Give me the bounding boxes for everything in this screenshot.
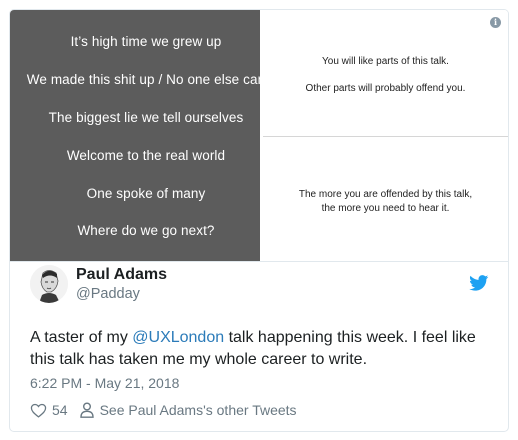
slide-line: Where do we go next? [77, 223, 215, 238]
slide-text: You will like parts of this talk. [322, 56, 449, 67]
author-handle[interactable]: @Padday [76, 286, 140, 302]
like-count[interactable]: 54 [52, 402, 68, 418]
tweet-text: A taster of my @UXLondon talk happening … [30, 327, 480, 371]
slide-text: the more you need to hear it. [321, 203, 450, 214]
avatar[interactable] [30, 265, 68, 303]
light-slide-bottom: The more you are offended by this talk, … [263, 136, 508, 261]
media-divider [10, 261, 508, 262]
slide-line: The biggest lie we tell ourselves [48, 110, 244, 125]
avatar-image [30, 265, 68, 303]
slide-text: Other parts will probably offend you. [305, 83, 466, 94]
slide-line: It’s high time we grew up [70, 34, 222, 49]
twitter-bird-icon[interactable] [469, 275, 489, 291]
slide-line: We made this shit up / No one else can [26, 72, 260, 87]
slide-line: Welcome to the real world [66, 148, 226, 163]
profile-link[interactable]: See Paul Adams's other Tweets [100, 402, 297, 418]
tweet-media[interactable]: It’s high time we grew up We made this s… [10, 10, 508, 261]
heart-icon[interactable] [30, 402, 47, 419]
dark-slide: It’s high time we grew up We made this s… [10, 10, 260, 261]
slide-line: One spoke of many [86, 186, 206, 201]
mention-link[interactable]: @UXLondon [132, 329, 224, 346]
tweet-actions: 54 See Paul Adams's other Tweets [30, 400, 297, 420]
person-icon [79, 402, 94, 418]
tweet-timestamp[interactable]: 6:22 PM - May 21, 2018 [30, 375, 179, 391]
slide-text: The more you are offended by this talk, [298, 189, 473, 200]
tweet-text-part: A taster of my [30, 329, 133, 346]
author-name[interactable]: Paul Adams [76, 266, 167, 284]
info-icon[interactable]: i [490, 17, 501, 28]
light-slide-top: You will like parts of this talk. Other … [263, 10, 508, 135]
